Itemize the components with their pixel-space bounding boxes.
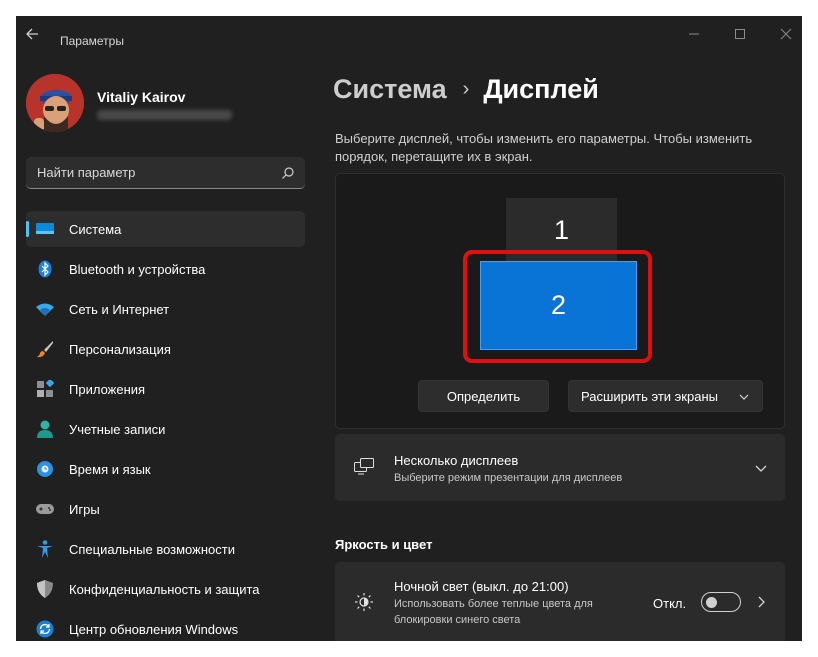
accessibility-icon — [36, 540, 54, 558]
multiple-displays-title: Несколько дисплеев — [394, 453, 519, 468]
user-name: Vitaliy Kairov — [97, 89, 186, 105]
sidebar-item-label: Игры — [69, 502, 100, 517]
breadcrumb-parent[interactable]: Система — [333, 74, 447, 104]
extend-displays-dropdown[interactable]: Расширить эти экраны — [568, 380, 763, 412]
close-icon[interactable] — [774, 24, 798, 44]
night-light-title: Ночной свет (выкл. до 21:00) — [394, 579, 569, 594]
sidebar-item-accounts[interactable]: Учетные записи — [26, 411, 305, 447]
night-light-subtitle-line1: Использовать более теплые цвета для — [394, 598, 593, 610]
maximize-icon[interactable] — [728, 24, 752, 44]
wifi-icon — [36, 300, 54, 318]
brush-icon — [36, 340, 54, 358]
sidebar-item-bluetooth[interactable]: Bluetooth и устройства — [26, 251, 305, 287]
search-box[interactable] — [26, 157, 305, 189]
toggle-knob — [706, 597, 717, 608]
night-light-card[interactable]: Ночной свет (выкл. до 21:00) Использоват… — [335, 562, 785, 641]
multiple-displays-card[interactable]: Несколько дисплеев Выберите режим презен… — [335, 434, 785, 501]
selection-highlight — [463, 250, 652, 363]
update-icon — [36, 620, 54, 638]
user-email-redacted — [97, 110, 232, 120]
sidebar-item-label: Сеть и Интернет — [69, 302, 170, 317]
extend-displays-label: Расширить эти экраны — [581, 388, 718, 404]
bluetooth-icon — [36, 260, 54, 278]
sidebar-item-label: Специальные возможности — [69, 542, 235, 557]
multiple-displays-icon — [354, 456, 374, 476]
sidebar-item-gaming[interactable]: Игры — [26, 491, 305, 527]
minimize-icon[interactable] — [682, 24, 706, 44]
sidebar-nav: Система Bluetooth и устройства Сеть и Ин… — [26, 211, 305, 641]
chevron-right-icon[interactable] — [754, 595, 768, 609]
identify-button[interactable]: Определить — [418, 380, 549, 412]
sidebar-item-label: Приложения — [69, 382, 146, 397]
sidebar-item-privacy[interactable]: Конфиденциальность и защита — [26, 571, 305, 607]
search-input[interactable] — [26, 157, 276, 188]
page-title: Дисплей — [483, 74, 599, 104]
sidebar-item-system[interactable]: Система — [26, 211, 305, 247]
globe-clock-icon — [36, 460, 54, 478]
app-title: Параметры — [60, 34, 124, 48]
chevron-down-icon[interactable] — [754, 461, 768, 475]
sidebar-item-windows-update[interactable]: Центр обновления Windows — [26, 611, 305, 641]
apps-icon — [36, 378, 55, 398]
sidebar-item-label: Персонализация — [69, 342, 171, 357]
title-bar: Параметры — [16, 16, 802, 50]
sidebar-item-accessibility[interactable]: Специальные возможности — [26, 531, 305, 567]
sidebar-item-label: Время и язык — [69, 462, 151, 477]
avatar[interactable] — [26, 74, 84, 132]
back-arrow-icon[interactable] — [22, 24, 44, 44]
night-light-state-label: Откл. — [653, 596, 687, 611]
sidebar-item-time-language[interactable]: Время и язык — [26, 451, 305, 487]
display-arrangement-panel: 1 2 Определить Расширить эти экраны — [335, 173, 785, 429]
sidebar-item-label: Bluetooth и устройства — [69, 262, 206, 277]
display-description: Выберите дисплей, чтобы изменить его пар… — [335, 131, 753, 164]
sidebar-item-label: Конфиденциальность и защита — [69, 582, 260, 597]
sidebar-item-network[interactable]: Сеть и Интернет — [26, 291, 305, 327]
brightness-section-title: Яркость и цвет — [335, 537, 433, 552]
gamepad-icon — [36, 500, 54, 518]
search-icon[interactable] — [281, 166, 295, 180]
person-icon — [36, 420, 54, 438]
night-light-subtitle-line2: блокировки синего света — [394, 614, 521, 626]
shield-icon — [36, 580, 54, 598]
breadcrumb-separator: › — [462, 78, 470, 100]
multiple-displays-subtitle: Выберите режим презентации для дисплеев — [394, 472, 623, 484]
night-light-toggle[interactable] — [701, 592, 741, 612]
sidebar-item-personalization[interactable]: Персонализация — [26, 331, 305, 367]
sidebar-item-label: Учетные записи — [69, 422, 166, 437]
breadcrumb: Система › Дисплей — [333, 74, 599, 105]
sidebar-item-label: Система — [69, 222, 122, 237]
settings-window: Параметры Vitaliy Kairov Найти параметр … — [16, 16, 802, 641]
chevron-down-icon — [738, 391, 750, 403]
sidebar-item-label: Центр обновления Windows — [69, 622, 239, 637]
sidebar-item-apps[interactable]: Приложения — [26, 371, 305, 407]
brightness-icon — [354, 592, 374, 612]
system-icon — [36, 220, 54, 238]
